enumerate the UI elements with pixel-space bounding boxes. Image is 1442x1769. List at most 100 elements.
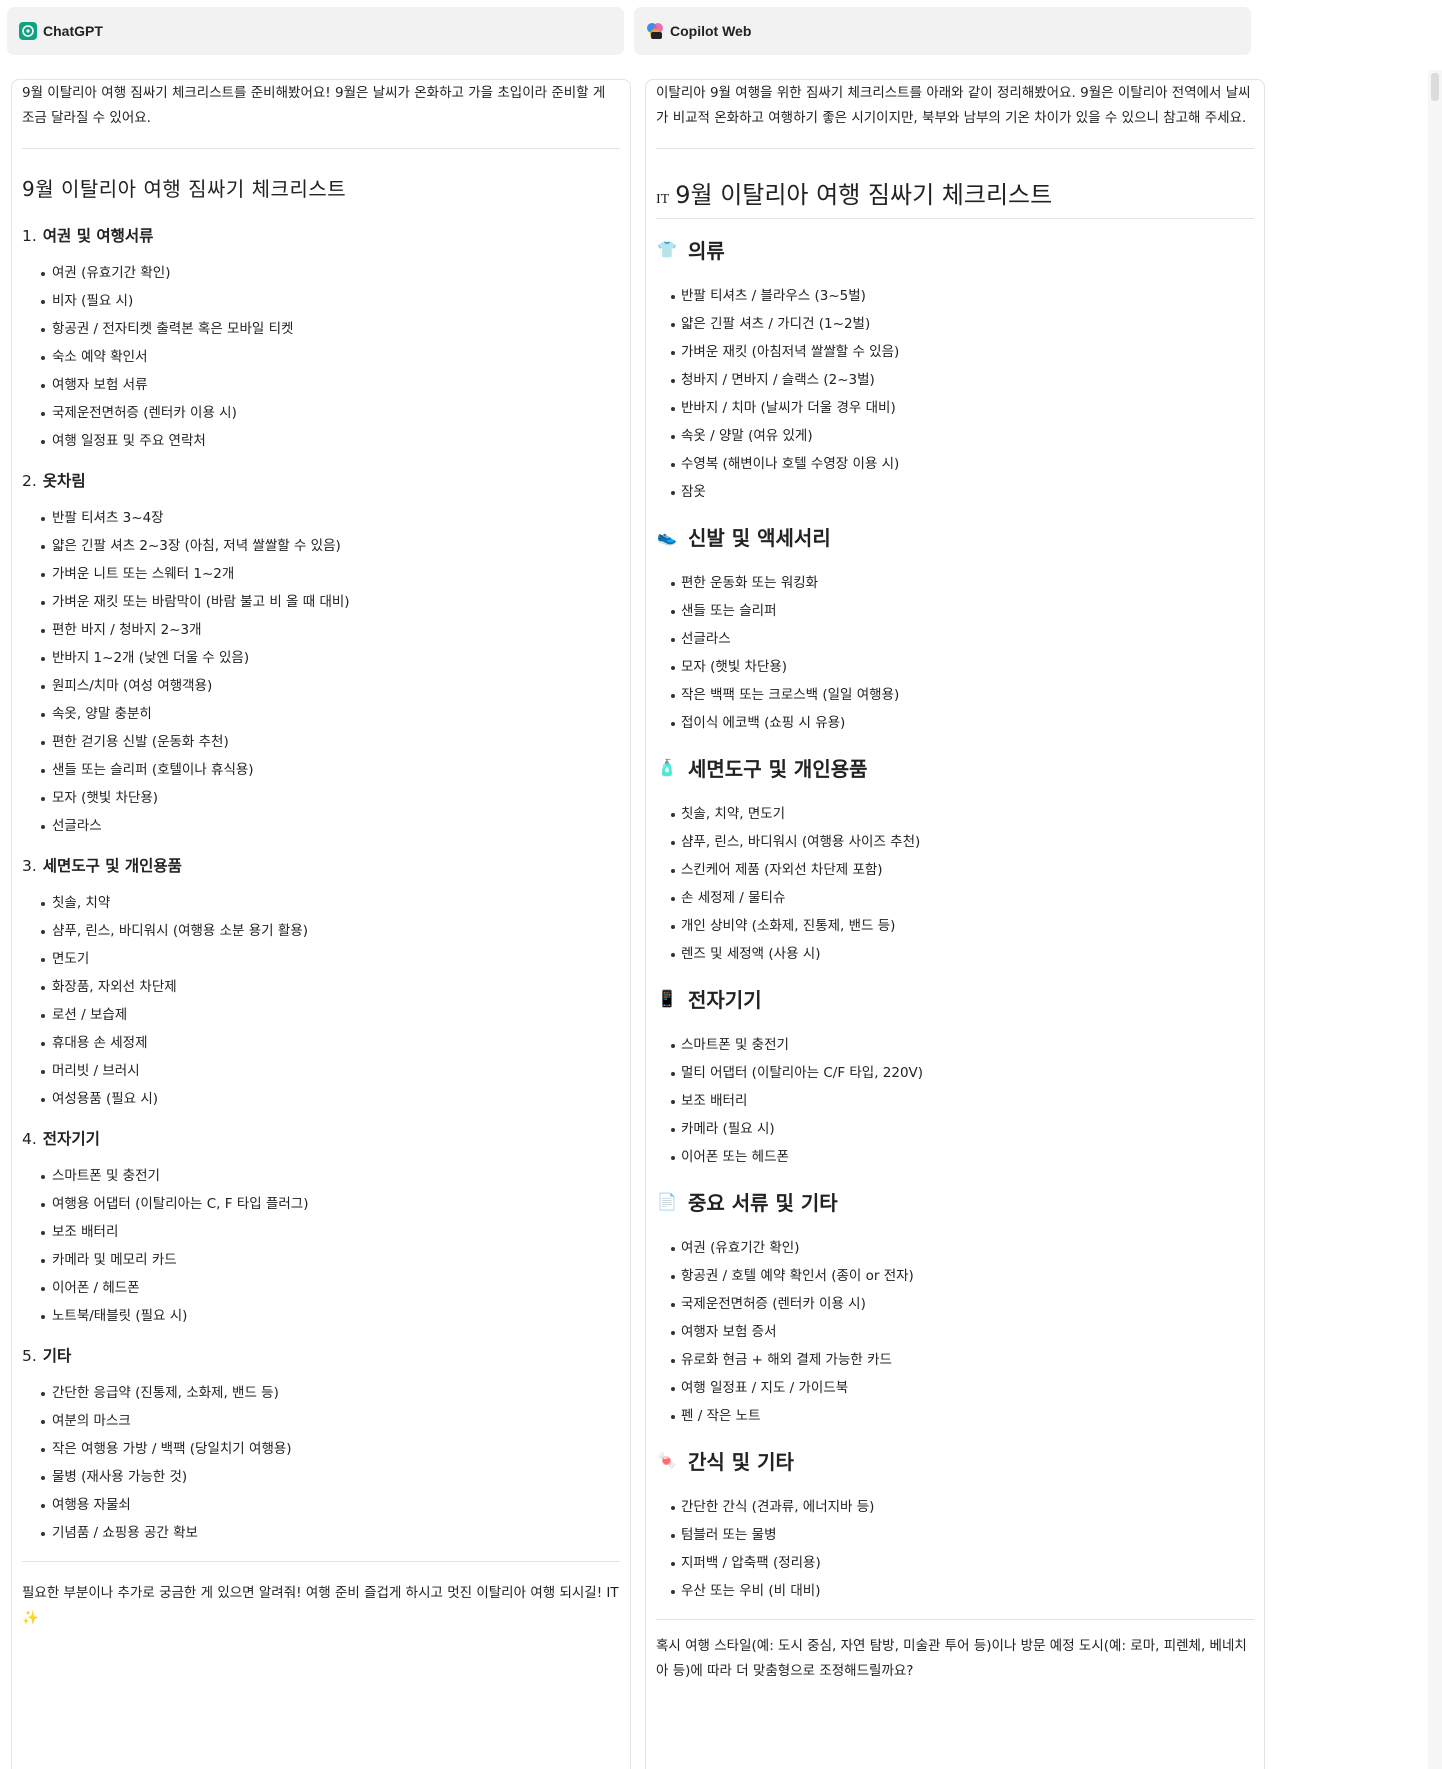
list-item: 물병 (재사용 가능한 것) [22, 1463, 620, 1491]
section-heading: 👕 의류 [656, 235, 1254, 264]
divider [656, 1619, 1254, 1620]
candy-icon: 🍬 [657, 1451, 677, 1470]
list-item: 펜 / 작은 노트 [656, 1402, 1254, 1430]
checklist: 간단한 응급약 (진통제, 소화제, 밴드 등) 여분의 마스크 작은 여행용 가방… [22, 1379, 620, 1547]
list-item: 접이식 에코백 (쇼핑 시 유용) [656, 709, 1254, 737]
tshirt-icon: 👕 [657, 240, 677, 259]
list-item: 칫솔, 치약 [22, 889, 620, 917]
section-title: 기타 [42, 1347, 72, 1365]
section-title: 간식 및 기타 [688, 1450, 794, 1474]
tab-chatgpt[interactable]: ChatGPT [7, 7, 624, 55]
chatgpt-response-panel: 9월 이탈리아 여행 짐싸기 체크리스트를 준비해봤어요! 9월은 날씨가 온화… [11, 79, 631, 1769]
section-title: 세면도구 및 개인용품 [688, 757, 868, 781]
checklist: 스마트폰 및 충전기 멀티 어댑터 (이탈리아는 C/F 타입, 220V) 보조 … [656, 1031, 1254, 1171]
scrollbar[interactable] [1428, 70, 1442, 1769]
list-item: 손 세정제 / 물티슈 [656, 884, 1254, 912]
list-item: 얇은 긴팔 셔츠 2~3장 (아침, 저녁 쌀쌀할 수 있음) [22, 532, 620, 560]
divider [656, 218, 1254, 219]
list-item: 이어폰 또는 헤드폰 [656, 1143, 1254, 1171]
list-item: 로션 / 보습제 [22, 1001, 620, 1029]
list-item: 원피스/치마 (여성 여행객용) [22, 672, 620, 700]
section-title: 의류 [688, 239, 725, 263]
list-item: 작은 백팩 또는 크로스백 (일일 여행용) [656, 681, 1254, 709]
list-item: 국제운전면허증 (렌터카 이용 시) [22, 399, 620, 427]
list-item: 스마트폰 및 충전기 [22, 1162, 620, 1190]
checklist: 편한 운동화 또는 워킹화 샌들 또는 슬리퍼 선글라스 모자 (햇빛 차단용) 작은 … [656, 569, 1254, 737]
divider [22, 1561, 620, 1562]
list-item: 여분의 마스크 [22, 1407, 620, 1435]
tab-label: ChatGPT [43, 23, 103, 39]
list-item: 가벼운 니트 또는 스웨터 1~2개 [22, 560, 620, 588]
list-item: 반바지 1~2개 (낮엔 더울 수 있음) [22, 644, 620, 672]
list-item: 스킨케어 제품 (자외선 차단제 포함) [656, 856, 1254, 884]
intro-text: 이탈리아 9월 여행을 위한 짐싸기 체크리스트를 아래와 같이 정리해봤어요.… [656, 85, 1251, 126]
list-item: 청바지 / 면바지 / 슬랙스 (2~3벌) [656, 366, 1254, 394]
list-item: 모자 (햇빛 차단용) [22, 784, 620, 812]
list-item: 가벼운 재킷 (아침저녁 쌀쌀할 수 있음) [656, 338, 1254, 366]
section-heading: 👟 신발 및 액세서리 [656, 522, 1254, 551]
section-title: 세면도구 및 개인용품 [42, 857, 182, 875]
list-item: 편한 운동화 또는 워킹화 [656, 569, 1254, 597]
section-heading: 4. 전자기기 [22, 1127, 620, 1149]
section-heading: 🍬 간식 및 기타 [656, 1446, 1254, 1475]
list-item: 국제운전면허증 (렌터카 이용 시) [656, 1290, 1254, 1318]
section-title: 전자기기 [688, 988, 762, 1012]
section-title: 신발 및 액세서리 [688, 526, 831, 550]
list-item: 여권 (유효기간 확인) [22, 259, 620, 287]
checklist-title-text: 9월 이탈리아 여행 짐싸기 체크리스트 [675, 181, 1053, 209]
list-item: 스마트폰 및 충전기 [656, 1031, 1254, 1059]
section-title: 전자기기 [42, 1130, 100, 1148]
section-heading: 3. 세면도구 및 개인용품 [22, 854, 620, 876]
list-item: 개인 상비약 (소화제, 진통제, 밴드 등) [656, 912, 1254, 940]
list-item: 유로화 현금 + 해외 결제 가능한 카드 [656, 1346, 1254, 1374]
sneaker-icon: 👟 [657, 527, 677, 546]
list-item: 카메라 (필요 시) [656, 1115, 1254, 1143]
list-item: 항공권 / 전자티켓 출력본 혹은 모바일 티켓 [22, 315, 620, 343]
list-item: 반팔 티셔츠 / 블라우스 (3~5벌) [656, 282, 1254, 310]
list-item: 속옷 / 양말 (여유 있게) [656, 422, 1254, 450]
checklist: 간단한 간식 (견과류, 에너지바 등) 텀블러 또는 물병 지퍼백 / 압축팩 (… [656, 1493, 1254, 1605]
list-item: 샌들 또는 슬리퍼 (호텔이나 휴식용) [22, 756, 620, 784]
list-item: 여권 (유효기간 확인) [656, 1234, 1254, 1262]
section-heading: 📱 전자기기 [656, 984, 1254, 1013]
section-title: 중요 서류 및 기타 [688, 1191, 838, 1215]
checklist: 스마트폰 및 충전기 여행용 어댑터 (이탈리아는 C, F 타입 플러그) 보조 … [22, 1162, 620, 1330]
list-item: 비자 (필요 시) [22, 287, 620, 315]
list-item: 지퍼백 / 압축팩 (정리용) [656, 1549, 1254, 1577]
list-item: 보조 배터리 [22, 1218, 620, 1246]
list-item: 샌들 또는 슬리퍼 [656, 597, 1254, 625]
copilot-response-panel: 이탈리아 9월 여행을 위한 짐싸기 체크리스트를 아래와 같이 정리해봤어요.… [645, 79, 1265, 1769]
list-item: 텀블러 또는 물병 [656, 1521, 1254, 1549]
list-item: 여성용품 (필요 시) [22, 1085, 620, 1113]
scrollbar-thumb[interactable] [1431, 73, 1439, 101]
italy-flag-text: IT [656, 192, 670, 207]
list-item: 머리빗 / 브러시 [22, 1057, 620, 1085]
lotion-bottle-icon: 🧴 [657, 758, 677, 777]
list-item: 속옷, 양말 충분히 [22, 700, 620, 728]
checklist: 반팔 티셔츠 / 블라우스 (3~5벌) 얇은 긴팔 셔츠 / 가디건 (1~2벌… [656, 282, 1254, 506]
list-item: 카메라 및 메모리 카드 [22, 1246, 620, 1274]
list-item: 이어폰 / 헤드폰 [22, 1274, 620, 1302]
list-item: 여행자 보험 증서 [656, 1318, 1254, 1346]
list-item: 수영복 (해변이나 호텔 수영장 이용 시) [656, 450, 1254, 478]
section-number: 2. [22, 472, 37, 490]
section-heading: 5. 기타 [22, 1344, 620, 1366]
section-heading: 🧴 세면도구 및 개인용품 [656, 753, 1254, 782]
divider [22, 148, 620, 149]
list-item: 얇은 긴팔 셔츠 / 가디건 (1~2벌) [656, 310, 1254, 338]
section-number: 3. [22, 857, 37, 875]
list-item: 반바지 / 치마 (날씨가 더울 경우 대비) [656, 394, 1254, 422]
section-title: 여권 및 여행서류 [42, 227, 154, 245]
section-number: 1. [22, 227, 37, 245]
tab-copilot-web[interactable]: Copilot Web [634, 7, 1251, 55]
list-item: 항공권 / 호텔 예약 확인서 (종이 or 전자) [656, 1262, 1254, 1290]
list-item: 편한 바지 / 청바지 2~3개 [22, 616, 620, 644]
list-item: 면도기 [22, 945, 620, 973]
closing-text: 필요한 부분이나 추가로 궁금한 게 있으면 알려줘! 여행 준비 즐겁게 하시… [22, 1585, 619, 1626]
list-item: 렌즈 및 세정액 (사용 시) [656, 940, 1254, 968]
list-item: 모자 (햇빛 차단용) [656, 653, 1254, 681]
section-number: 5. [22, 1347, 37, 1365]
checklist-title: IT 9월 이탈리아 여행 짐싸기 체크리스트 [656, 175, 1254, 210]
list-item: 간단한 응급약 (진통제, 소화제, 밴드 등) [22, 1379, 620, 1407]
list-item: 화장품, 자외선 차단제 [22, 973, 620, 1001]
